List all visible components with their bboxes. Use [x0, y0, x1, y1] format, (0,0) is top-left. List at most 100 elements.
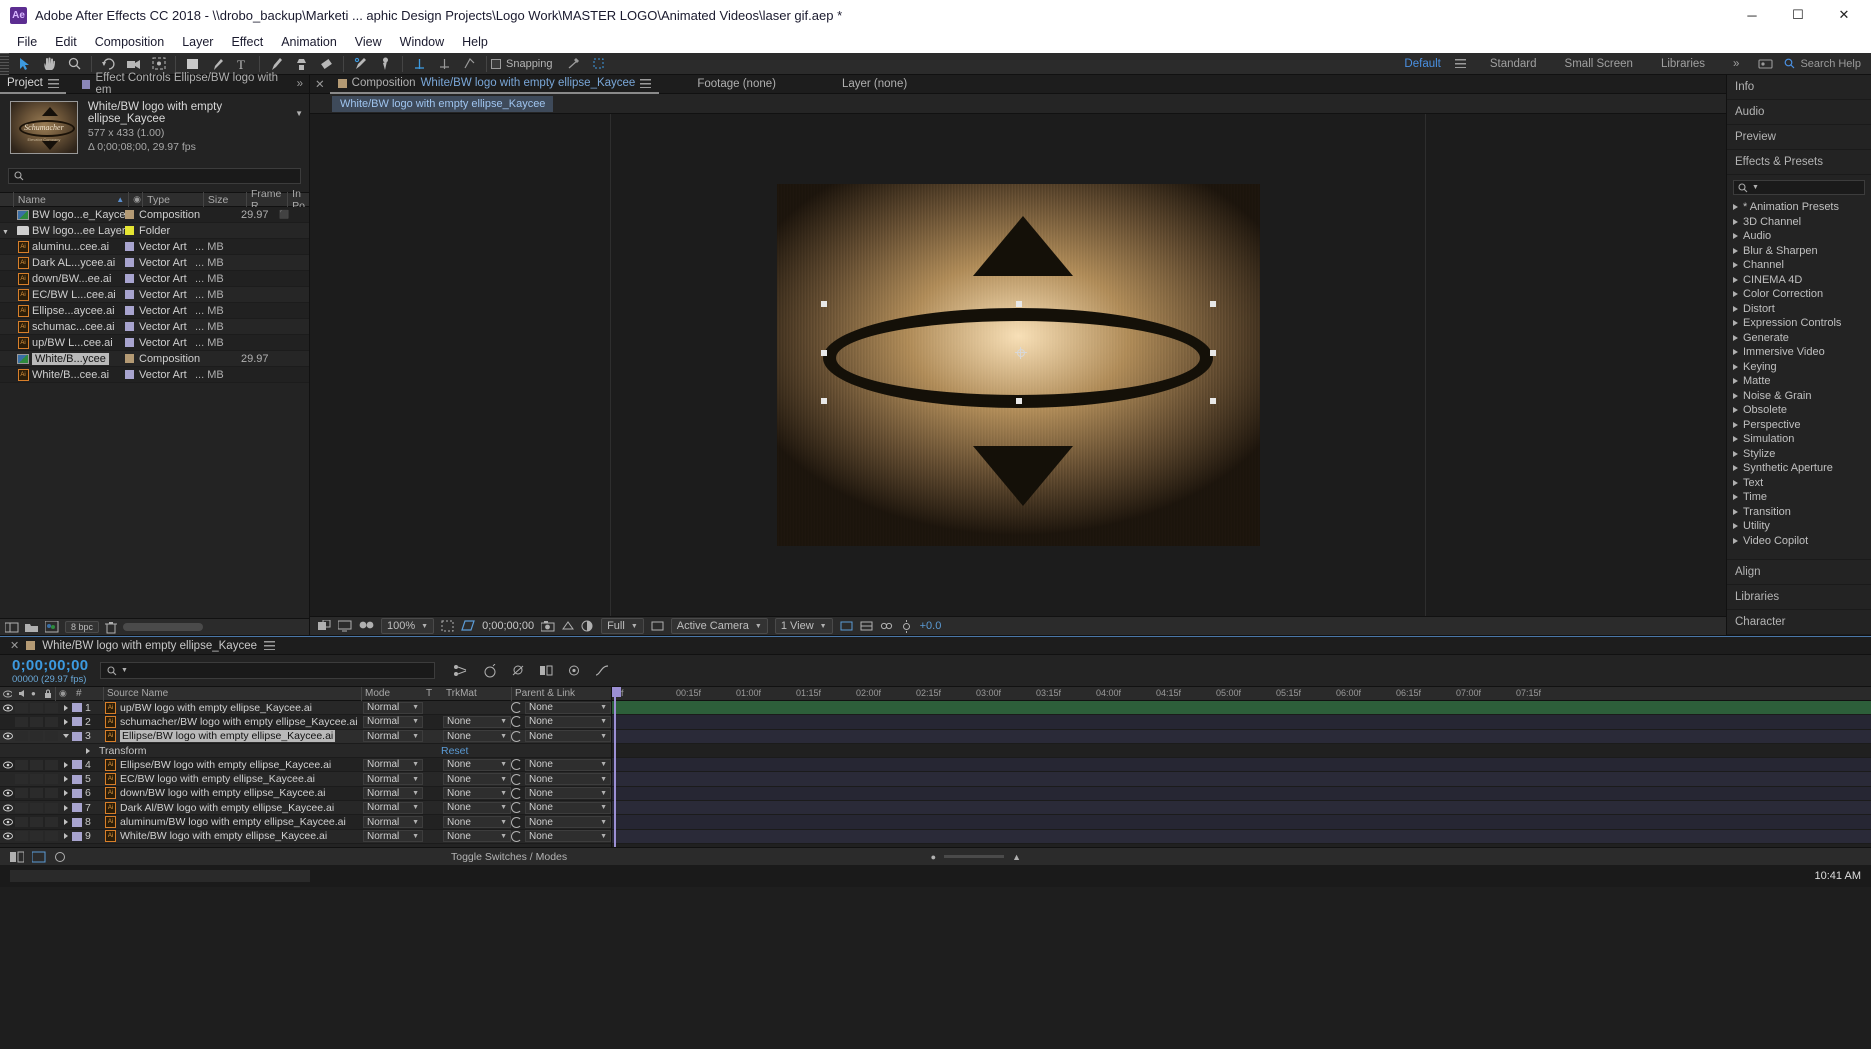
layer-audio-toggle[interactable]	[15, 788, 28, 799]
layer-track-matte[interactable]: None ▼	[443, 830, 511, 843]
effects-category-item[interactable]: Video Copilot	[1727, 534, 1871, 549]
timeline-search-box[interactable]: ▼	[100, 662, 435, 679]
timeline-time-display[interactable]: 0;00;00;00 00000 (29.97 fps)	[0, 657, 100, 685]
effects-category-item[interactable]: Perspective	[1727, 418, 1871, 433]
effects-category-item[interactable]: Noise & Grain	[1727, 389, 1871, 404]
layer-solo-toggle[interactable]	[30, 831, 43, 842]
motion-blur-icon[interactable]	[567, 664, 581, 677]
layer-lock-toggle[interactable]	[45, 759, 58, 770]
always-preview-icon[interactable]	[318, 620, 331, 632]
column-index[interactable]: #	[73, 687, 103, 701]
layer-track-bar[interactable]	[612, 701, 1871, 716]
effects-category-item[interactable]: CINEMA 4D	[1727, 273, 1871, 288]
taskbar-item[interactable]	[10, 870, 310, 882]
layer-parent-link[interactable]: None ▼	[511, 773, 611, 786]
disclosure-triangle-icon[interactable]	[1733, 233, 1738, 240]
layer-audio-toggle[interactable]	[15, 731, 28, 742]
layer-label-swatch[interactable]	[72, 731, 82, 741]
layer-blend-mode[interactable]: Normal ▼	[363, 773, 423, 786]
panel-overflow-icon[interactable]: »	[297, 78, 309, 90]
layer-parent-link[interactable]: None ▼	[511, 758, 611, 771]
layer-blend-mode[interactable]: Normal ▼	[363, 801, 423, 814]
expand-layer-icon[interactable]	[60, 704, 72, 711]
expand-layer-icon[interactable]	[60, 833, 72, 840]
disclosure-triangle-icon[interactable]	[1733, 291, 1738, 298]
disclosure-triangle-icon[interactable]	[1733, 334, 1738, 341]
exposure-icon[interactable]	[900, 619, 913, 633]
label-color-swatch[interactable]	[125, 354, 139, 363]
pick-whip-icon[interactable]	[511, 716, 522, 728]
selection-handle[interactable]	[1209, 350, 1216, 356]
column-name[interactable]: Name	[18, 194, 46, 206]
layer-label-swatch[interactable]	[72, 803, 82, 813]
layer-track-bar[interactable]	[612, 772, 1871, 787]
selection-tool-icon[interactable]	[12, 53, 37, 75]
layer-audio-toggle[interactable]	[15, 831, 28, 842]
pick-whip-icon[interactable]	[511, 730, 522, 742]
layer-lock-toggle[interactable]	[45, 788, 58, 799]
layer-track-matte[interactable]: None ▼	[443, 715, 511, 728]
bit-depth-button[interactable]: 8 bpc	[65, 621, 100, 633]
project-item-row[interactable]: ▼ BW logo...ee Layers Folder	[0, 223, 309, 239]
toolbar-grip[interactable]	[0, 52, 9, 75]
horizontal-scrollbar[interactable]	[123, 623, 204, 631]
label-color-swatch[interactable]	[125, 306, 139, 315]
menu-effect[interactable]: Effect	[222, 33, 272, 51]
layer-audio-toggle[interactable]	[15, 802, 28, 813]
project-item-row[interactable]: BW logo...e_Kaycee Composition 29.97 ⬛	[0, 207, 309, 223]
project-item-name[interactable]: White/B...ycee	[32, 352, 125, 365]
project-item-name[interactable]: down/BW...ee.ai	[32, 273, 125, 285]
disclosure-triangle-icon[interactable]: ▼	[2, 229, 9, 236]
layer-lock-toggle[interactable]	[45, 716, 58, 727]
layer-track-bar[interactable]	[612, 829, 1871, 844]
label-color-swatch[interactable]	[125, 370, 139, 379]
disclosure-triangle-icon[interactable]	[1733, 349, 1738, 356]
search-options-icon[interactable]: ▼	[121, 667, 128, 674]
zoom-in-timeline-icon[interactable]: ▲	[1012, 852, 1021, 862]
layer-parent-link[interactable]: None ▼	[511, 715, 611, 728]
axis-local-icon[interactable]	[407, 53, 432, 75]
layer-audio-toggle[interactable]	[15, 817, 28, 828]
disclosure-triangle-icon[interactable]	[1733, 407, 1738, 414]
layer-lock-toggle[interactable]	[45, 802, 58, 813]
layer-label-swatch[interactable]	[72, 703, 82, 713]
tab-effect-controls[interactable]: Effect Controls Ellipse/BW logo with em	[66, 72, 297, 96]
layer-row[interactable]: 8 Ai aluminum/BW logo with empty ellipse_K…	[0, 815, 611, 830]
layer-track-matte[interactable]: None ▼	[443, 773, 511, 786]
disclosure-triangle-icon[interactable]	[1733, 218, 1738, 225]
disclosure-triangle-icon[interactable]	[1733, 523, 1738, 530]
snap-magnet-icon[interactable]	[561, 53, 586, 75]
project-item-row[interactable]: Ai up/BW L...cee.ai Vector Art ... MB	[0, 335, 309, 351]
layer-label-swatch[interactable]	[72, 717, 82, 727]
snapshot-icon[interactable]	[541, 620, 555, 632]
breadcrumb[interactable]: White/BW logo with empty ellipse_Kaycee	[332, 95, 554, 112]
transform-reset-button[interactable]: Reset	[441, 745, 611, 757]
effects-category-item[interactable]: Stylize	[1727, 447, 1871, 462]
layer-audio-toggle[interactable]	[15, 702, 28, 713]
disclosure-triangle-icon[interactable]	[1733, 247, 1738, 254]
layer-audio-toggle[interactable]	[15, 759, 28, 770]
workspace-menu-icon[interactable]	[1454, 59, 1466, 68]
hide-shy-layers-icon[interactable]	[511, 664, 525, 677]
channel-icon[interactable]	[581, 620, 594, 632]
disclosure-triangle-icon[interactable]	[1733, 276, 1738, 283]
roto-brush-tool-icon[interactable]	[348, 53, 373, 75]
layer-label-swatch[interactable]	[72, 831, 82, 841]
layer-source-name[interactable]: Ai EC/BW logo with empty ellipse_Kaycee.a…	[105, 773, 363, 786]
project-item-row[interactable]: Ai White/B...cee.ai Vector Art ... MB	[0, 367, 309, 383]
label-color-swatch[interactable]	[125, 226, 139, 235]
layer-blend-mode[interactable]: Normal ▼	[363, 787, 423, 800]
pick-whip-icon[interactable]	[511, 773, 522, 785]
timeline-ruler[interactable]: 0f00:15f01:00f01:15f02:00f02:15f03:00f03…	[612, 687, 1871, 701]
layer-track-matte[interactable]: None ▼	[443, 787, 511, 800]
workspace-overflow[interactable]: »	[1719, 58, 1753, 70]
layer-visibility-toggle[interactable]	[0, 832, 15, 840]
hand-tool-icon[interactable]	[37, 53, 62, 75]
expand-composition-icon[interactable]	[32, 851, 46, 863]
layer-label-swatch[interactable]	[72, 788, 82, 798]
layer-blend-mode[interactable]: Normal ▼	[363, 730, 423, 743]
eraser-tool-icon[interactable]	[314, 53, 339, 75]
zoom-level-select[interactable]: 100% ▼	[381, 618, 435, 634]
effects-category-item[interactable]: Channel	[1727, 258, 1871, 273]
effects-category-item[interactable]: Transition	[1727, 505, 1871, 520]
